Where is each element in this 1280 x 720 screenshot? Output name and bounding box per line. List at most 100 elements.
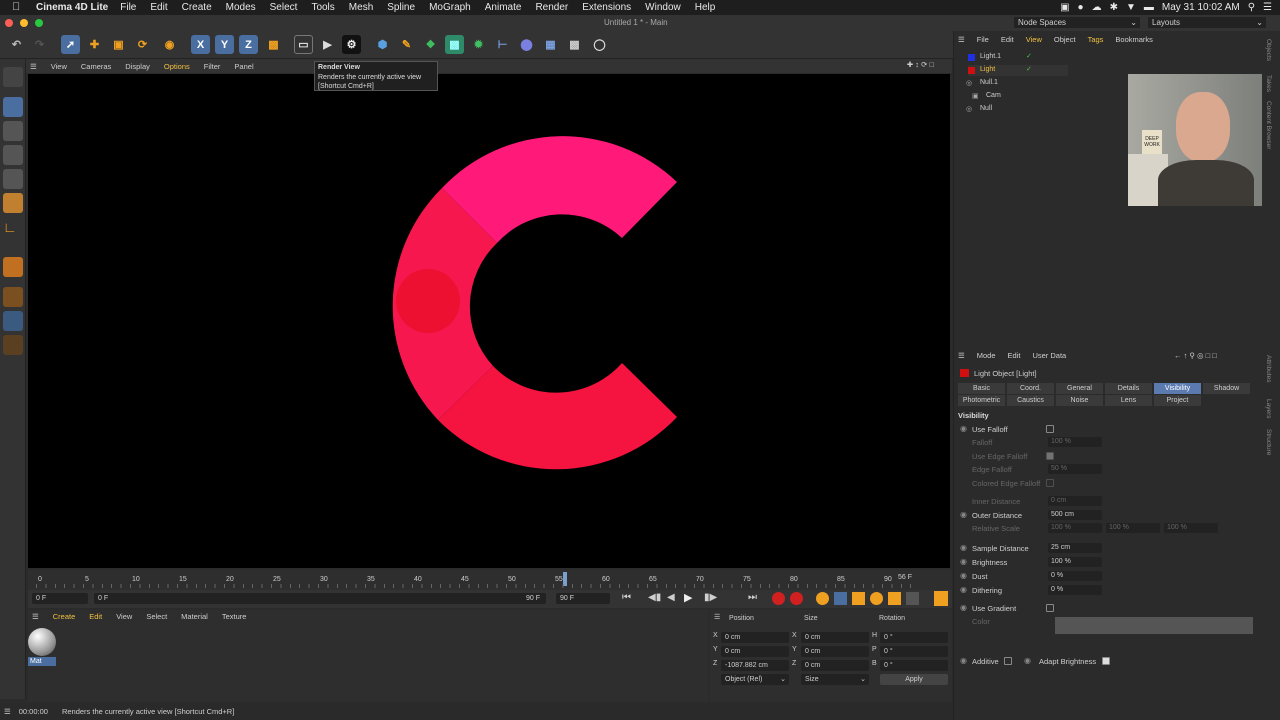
viewport-menu-display[interactable]: Display bbox=[125, 62, 150, 71]
x-axis-lock-button[interactable]: X bbox=[191, 35, 210, 54]
points-mode-icon[interactable] bbox=[3, 145, 23, 165]
prev-key-icon[interactable]: ◀▮ bbox=[648, 592, 661, 603]
attr-tab-caustics[interactable]: Caustics bbox=[1007, 395, 1054, 406]
move-tool-icon[interactable]: ➚ bbox=[61, 35, 80, 54]
viewport-menu-panel[interactable]: Panel bbox=[234, 62, 253, 71]
colored-edge-checkbox[interactable] bbox=[1046, 479, 1054, 487]
radio-icon[interactable]: ◉ bbox=[960, 543, 967, 552]
position-field[interactable]: -1087.882 cm bbox=[721, 660, 789, 671]
apple-icon[interactable]:  bbox=[12, 1, 20, 13]
max-frame-field[interactable]: 90 F bbox=[556, 593, 610, 604]
go-to-end-icon[interactable]: ⏭ bbox=[748, 592, 757, 603]
obj-menu-bookmarks[interactable]: Bookmarks bbox=[1115, 35, 1153, 47]
radio-icon[interactable]: ◉ bbox=[960, 656, 967, 665]
snap-icon[interactable] bbox=[3, 311, 23, 331]
menu-help[interactable]: Help bbox=[695, 2, 716, 13]
floor-icon[interactable]: ▦ bbox=[541, 35, 560, 54]
falloff-field[interactable]: 100 % bbox=[1048, 437, 1102, 447]
field-icon[interactable]: ⬤ bbox=[517, 35, 536, 54]
use-gradient-checkbox[interactable] bbox=[1046, 604, 1054, 612]
scale-key-icon[interactable] bbox=[852, 592, 865, 605]
attr-tab-lens[interactable]: Lens bbox=[1105, 395, 1152, 406]
cube-icon[interactable]: ⬢ bbox=[373, 35, 392, 54]
cloner-icon[interactable]: ▩ bbox=[445, 35, 464, 54]
mat-menu-select[interactable]: Select bbox=[146, 612, 167, 624]
hamburger-icon[interactable]: ☰ bbox=[958, 351, 965, 363]
viewport-nav-icons[interactable]: ✚ ↕ ⟳ □ bbox=[907, 60, 934, 69]
bluetooth-icon[interactable]: ✱ bbox=[1110, 2, 1118, 13]
dithering-field[interactable]: 0 % bbox=[1048, 585, 1102, 595]
menu-tools[interactable]: Tools bbox=[311, 2, 334, 13]
status-menu-icon[interactable]: ☰ bbox=[4, 707, 11, 716]
obj-menu-file[interactable]: File bbox=[977, 35, 989, 47]
bend-icon[interactable]: ⊢ bbox=[493, 35, 512, 54]
radio-icon[interactable]: ◉ bbox=[960, 585, 967, 594]
side-tab-objects[interactable]: Objects bbox=[1265, 39, 1272, 61]
menu-select[interactable]: Select bbox=[270, 2, 298, 13]
menu-create[interactable]: Create bbox=[182, 2, 212, 13]
radio-icon[interactable]: ◉ bbox=[960, 571, 967, 580]
clock[interactable]: May 31 10:02 AM bbox=[1162, 2, 1240, 13]
wifi-icon[interactable]: ▼ bbox=[1126, 2, 1136, 13]
apply-button[interactable]: Apply bbox=[880, 674, 948, 685]
radio-icon[interactable]: ◉ bbox=[960, 424, 967, 433]
hamburger-icon[interactable]: ☰ bbox=[714, 613, 720, 621]
pen-spline-icon[interactable]: ✎ bbox=[397, 35, 416, 54]
grid-icon[interactable] bbox=[3, 335, 23, 355]
use-edge-falloff-checkbox[interactable] bbox=[1046, 452, 1054, 460]
go-to-start-icon[interactable]: ⏮ bbox=[622, 592, 631, 603]
mat-menu-view[interactable]: View bbox=[116, 612, 132, 624]
rotation-field[interactable]: 0 ° bbox=[880, 660, 948, 671]
attr-menu-edit[interactable]: Edit bbox=[1008, 351, 1021, 363]
model-mode-icon[interactable] bbox=[3, 97, 23, 117]
make-editable-icon[interactable] bbox=[3, 67, 23, 87]
object-row-null[interactable]: ◎ Null bbox=[960, 104, 1060, 115]
menu-spline[interactable]: Spline bbox=[387, 2, 415, 13]
viewport-menu-filter[interactable]: Filter bbox=[204, 62, 221, 71]
material-label[interactable]: Mat bbox=[28, 657, 56, 666]
object-row-light1[interactable]: Light.1 ✓ bbox=[968, 52, 1068, 63]
additive-checkbox[interactable] bbox=[1004, 657, 1012, 665]
side-tab-attributes[interactable]: Attributes bbox=[1265, 355, 1272, 382]
timeline-ruler[interactable]: 0 5 10 15 20 25 30 35 40 45 50 55 60 65 70 75 80 85 90 56 … bbox=[28, 570, 952, 590]
attr-tab-visibility[interactable]: Visibility bbox=[1154, 383, 1201, 394]
attr-tab-coord[interactable]: Coord. bbox=[1007, 383, 1054, 394]
size-mode-dropdown[interactable]: Size ⌄ bbox=[801, 674, 869, 685]
menu-modes[interactable]: Modes bbox=[226, 2, 256, 13]
attr-nav-icons[interactable]: ← ↑ ⚲ ◎ □ □ bbox=[1174, 351, 1217, 360]
min-frame-field[interactable]: 0 F 90 F bbox=[94, 593, 546, 604]
z-axis-lock-button[interactable]: Z bbox=[239, 35, 258, 54]
attr-tab-shadow[interactable]: Shadow bbox=[1203, 383, 1250, 394]
side-tab-content-browser[interactable]: Content Browser bbox=[1265, 101, 1272, 149]
undo-button[interactable]: ↶ bbox=[7, 35, 26, 54]
attr-menu-userdata[interactable]: User Data bbox=[1032, 351, 1066, 363]
magnet-icon[interactable] bbox=[3, 257, 23, 277]
search-icon[interactable]: ⚲ bbox=[1248, 2, 1255, 13]
layouts-dropdown[interactable]: Layouts ⌄ bbox=[1148, 17, 1266, 28]
globe-icon[interactable]: ● bbox=[1078, 2, 1084, 13]
menu-extensions[interactable]: Extensions bbox=[582, 2, 631, 13]
move-arrows-icon[interactable]: ✚ bbox=[85, 35, 104, 54]
menu-mograph[interactable]: MoGraph bbox=[429, 2, 471, 13]
relative-scale-x[interactable]: 100 % bbox=[1048, 523, 1102, 533]
edges-mode-icon[interactable] bbox=[3, 169, 23, 189]
material-swatch[interactable] bbox=[28, 628, 56, 656]
obj-menu-object[interactable]: Object bbox=[1054, 35, 1076, 47]
outer-distance-field[interactable]: 500 cm bbox=[1048, 510, 1102, 520]
axis-mode-icon[interactable]: ∟ bbox=[3, 219, 23, 239]
coord-mode-dropdown[interactable]: Object (Rel) ⌄ bbox=[721, 674, 789, 685]
radio-icon[interactable]: ◉ bbox=[960, 510, 967, 519]
size-field[interactable]: 0 cm bbox=[801, 646, 869, 657]
attr-menu-mode[interactable]: Mode bbox=[977, 351, 996, 363]
mat-menu-texture[interactable]: Texture bbox=[222, 612, 247, 624]
size-field[interactable]: 0 cm bbox=[801, 632, 869, 643]
minimize-window-button[interactable] bbox=[20, 19, 28, 27]
parameter-key-icon[interactable] bbox=[888, 592, 901, 605]
live-selection-icon[interactable]: ◉ bbox=[160, 35, 179, 54]
battery-icon[interactable]: ▬ bbox=[1144, 2, 1154, 13]
menu-file[interactable]: File bbox=[120, 2, 136, 13]
position-field[interactable]: 0 cm bbox=[721, 632, 789, 643]
camera-icon[interactable]: ▩ bbox=[565, 35, 584, 54]
position-field[interactable]: 0 cm bbox=[721, 646, 789, 657]
cloud-icon[interactable]: ☁ bbox=[1092, 2, 1102, 13]
